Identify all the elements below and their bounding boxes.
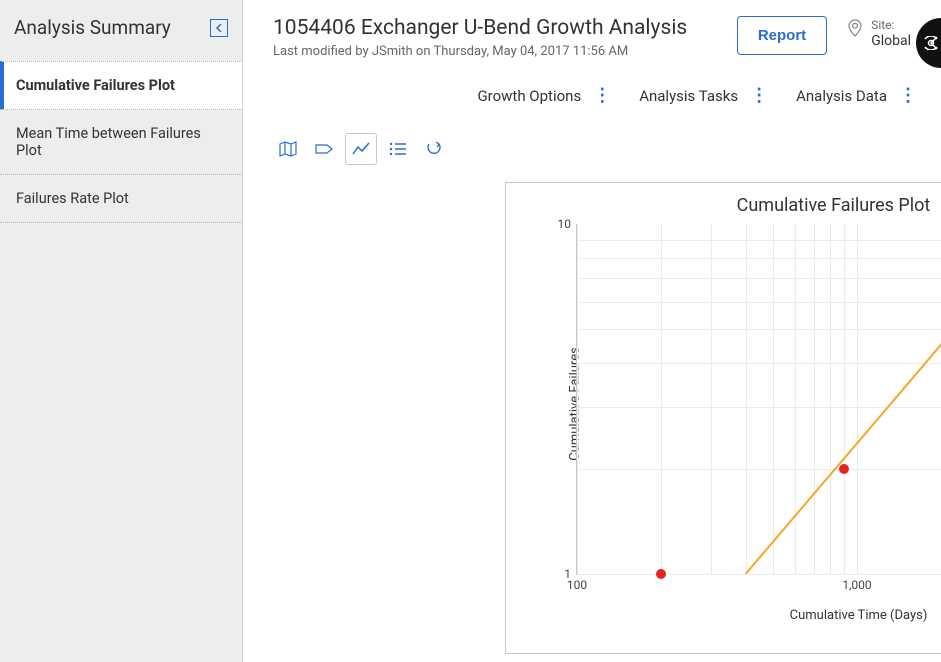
action-row: Growth Options ⋮ Analysis Tasks ⋮ Analys… (243, 59, 941, 115)
report-button[interactable]: Report (737, 16, 827, 55)
tool-list-icon[interactable] (383, 134, 413, 164)
analysis-tasks-menu[interactable]: Analysis Tasks ⋮ (639, 87, 768, 105)
y-tick: 1 (564, 567, 577, 581)
chart-title: Cumulative Failures Plot (506, 183, 941, 220)
plot-inner[interactable]: 1001,00010,000110 (576, 224, 941, 575)
action-label: Analysis Tasks (639, 87, 738, 105)
trend-line (577, 224, 941, 574)
plot-area: Cumulative Failures 1001,00010,000110 (556, 224, 941, 584)
page-title: 1054406 Exchanger U-Bend Growth Analysis (273, 16, 727, 40)
sidebar-item-label: Failures Rate Plot (16, 190, 129, 207)
sidebar-item-label: Mean Time between Failures Plot (16, 125, 201, 159)
site-value: Global (871, 32, 911, 50)
action-label: Growth Options (477, 87, 581, 105)
collapse-sidebar-button[interactable] (210, 19, 228, 37)
sidebar-item-label: Cumulative Failures Plot (16, 77, 175, 94)
x-tick: 1,000 (842, 574, 871, 592)
growth-options-menu[interactable]: Growth Options ⋮ (477, 87, 611, 105)
sidebar-item-mtbf[interactable]: Mean Time between Failures Plot (0, 109, 242, 175)
kebab-icon: ⋮ (750, 87, 768, 105)
chart-container: Cumulative Failures Plot Cumulative Fail… (505, 182, 941, 654)
page-subtitle: Last modified by JSmith on Thursday, May… (273, 44, 727, 59)
sidebar: Analysis Summary Cumulative Failures Plo… (0, 0, 243, 662)
data-point[interactable] (656, 569, 666, 579)
chart-toolbar (243, 115, 941, 175)
y-tick: 10 (558, 217, 578, 231)
sidebar-header: Analysis Summary (0, 0, 242, 61)
tool-map-icon[interactable] (273, 134, 303, 164)
data-point[interactable] (839, 464, 849, 474)
tool-tag-icon[interactable] (309, 134, 339, 164)
x-axis-label: Cumulative Time (Days) (556, 584, 941, 623)
tool-refresh-icon[interactable] (419, 134, 449, 164)
kebab-icon: ⋮ (593, 87, 611, 105)
kebab-icon: ⋮ (899, 87, 917, 105)
site-label: Site: (871, 18, 911, 32)
tool-line-chart-icon[interactable] (345, 133, 377, 165)
eye-arrow-icon (923, 36, 939, 50)
location-pin-icon (847, 18, 863, 38)
main-content: 1054406 Exchanger U-Bend Growth Analysis… (243, 0, 941, 662)
page-header: 1054406 Exchanger U-Bend Growth Analysis… (243, 0, 941, 59)
sidebar-item-failures-rate[interactable]: Failures Rate Plot (0, 174, 242, 223)
analysis-data-menu[interactable]: Analysis Data ⋮ (796, 87, 917, 105)
sidebar-item-cumulative-failures[interactable]: Cumulative Failures Plot (0, 61, 242, 110)
site-selector[interactable]: Site: Global (847, 18, 911, 51)
sidebar-title: Analysis Summary (14, 16, 171, 39)
action-label: Analysis Data (796, 87, 887, 105)
